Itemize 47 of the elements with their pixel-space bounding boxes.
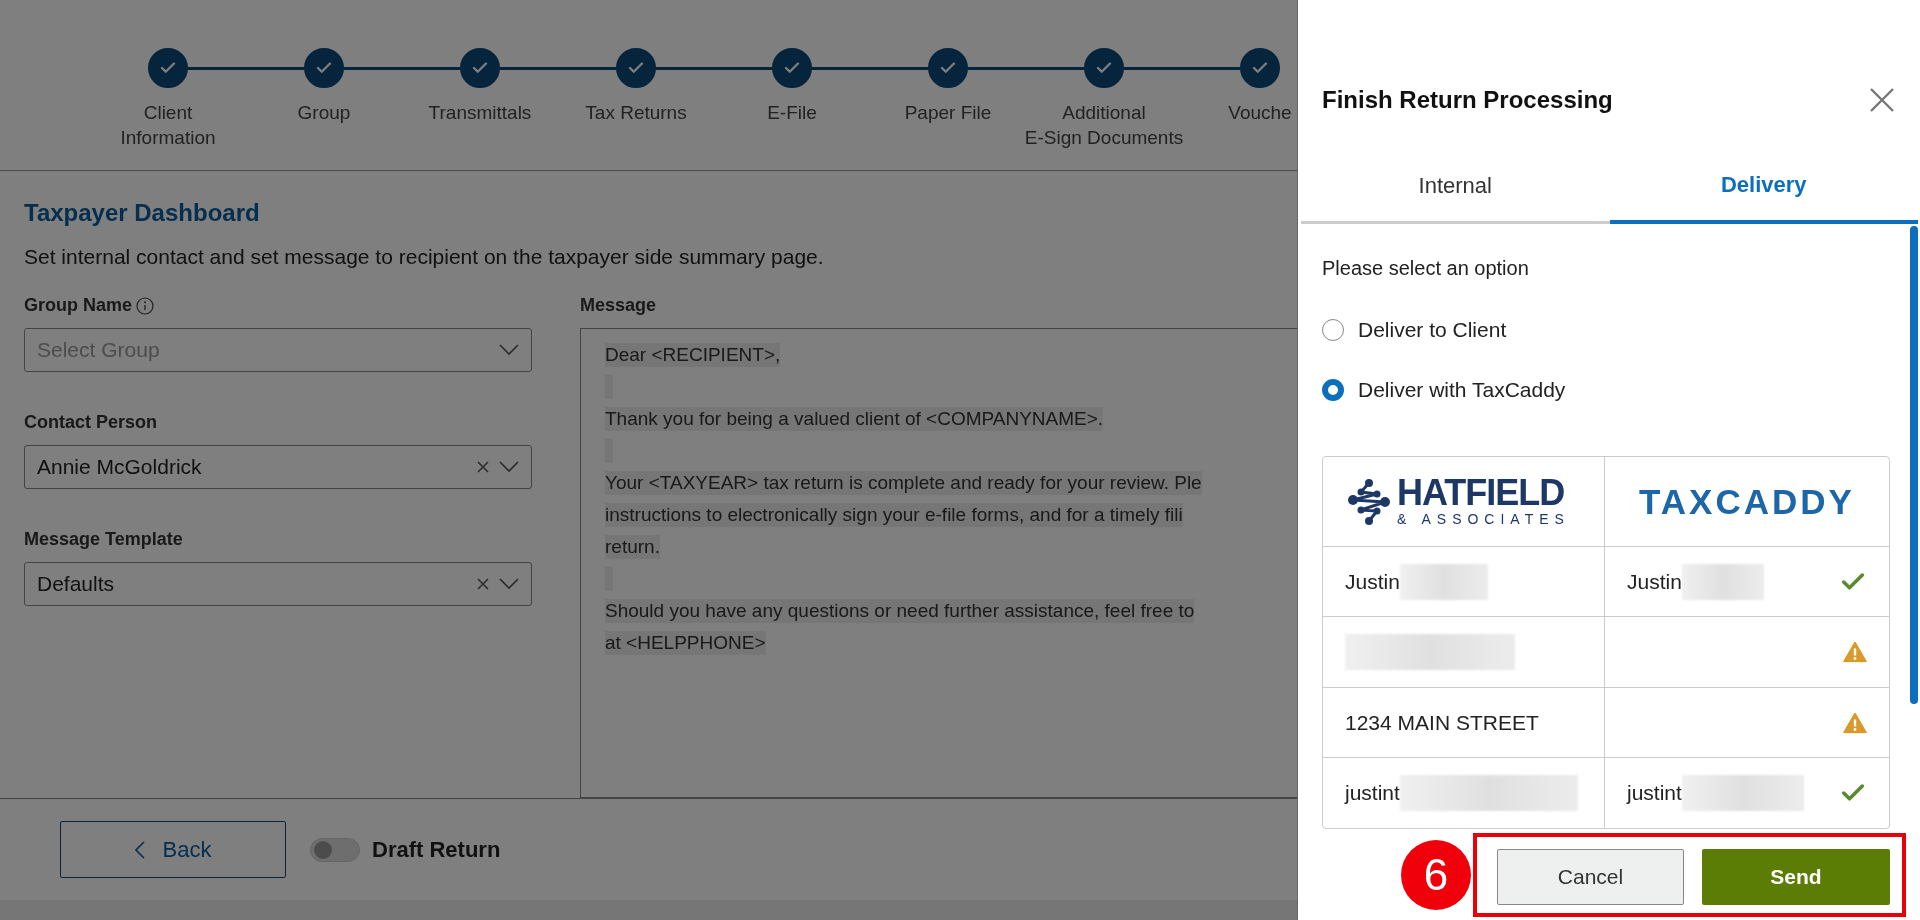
chevron-down-icon: [499, 344, 519, 356]
option-label[interactable]: Deliver with TaxCaddy: [1358, 378, 1566, 402]
step-label: Vouche: [1228, 101, 1292, 125]
field-label: Group Name: [24, 295, 133, 316]
option-label[interactable]: Deliver to Client: [1358, 318, 1507, 342]
cell-text: justint: [1627, 781, 1682, 805]
step-number-badge: 6: [1401, 840, 1471, 910]
field-label: Message: [580, 295, 657, 316]
field-label: Message Template: [24, 529, 183, 550]
step-label: Additional E-Sign Documents: [1024, 101, 1184, 150]
radio-button[interactable]: [1322, 319, 1344, 341]
back-button[interactable]: Back: [60, 821, 286, 878]
step-label: Tax Returns: [585, 101, 687, 125]
step-label: Paper File: [904, 101, 992, 125]
chevron-down-icon: [499, 461, 519, 473]
toggle-label: Draft Return: [372, 836, 501, 863]
select-field[interactable]: Defaults: [24, 562, 532, 606]
cancel-button[interactable]: Cancel: [1497, 849, 1684, 905]
close-icon: [1868, 86, 1896, 114]
step-label: Group: [297, 101, 351, 125]
page-description: Set internal contact and set message to recipient on the taxpayer side summary page.: [24, 245, 825, 269]
cell-text: Justin: [1345, 569, 1400, 594]
draft-toggle[interactable]: [310, 837, 360, 862]
close-button[interactable]: [1868, 86, 1896, 114]
logo-text: TAXCADDY: [1639, 481, 1855, 522]
cell-text: Justin: [1627, 569, 1682, 594]
prompt-text: Please select an option: [1322, 257, 1530, 280]
radio-button[interactable]: [1322, 379, 1344, 401]
chevron-down-icon: [499, 578, 519, 590]
cell-text: 1234 MAIN STREET: [1345, 710, 1539, 735]
field-label: Contact Person: [24, 412, 158, 433]
step-label: Transmittals: [428, 101, 532, 125]
clear-icon[interactable]: [477, 578, 489, 590]
panel-title: Finish Return Processing: [1322, 86, 1613, 114]
page-title: Taxpayer Dashboard: [24, 199, 261, 227]
scrollbar[interactable]: [1910, 226, 1918, 704]
chevron-left-icon: [134, 840, 145, 859]
step-label: Client Information: [120, 101, 216, 150]
clear-icon[interactable]: [477, 461, 489, 473]
send-button[interactable]: Send: [1702, 849, 1890, 905]
molecule-logo-icon: [1347, 477, 1391, 526]
logo-text: HATFIELD: [1397, 475, 1566, 510]
select-field[interactable]: Annie McGoldrick: [24, 445, 532, 489]
step-label: E-File: [767, 101, 817, 125]
cell-text: justint: [1345, 781, 1400, 805]
info-icon[interactable]: [136, 296, 155, 315]
logo-subtext: & ASSOCIATES: [1397, 509, 1570, 528]
